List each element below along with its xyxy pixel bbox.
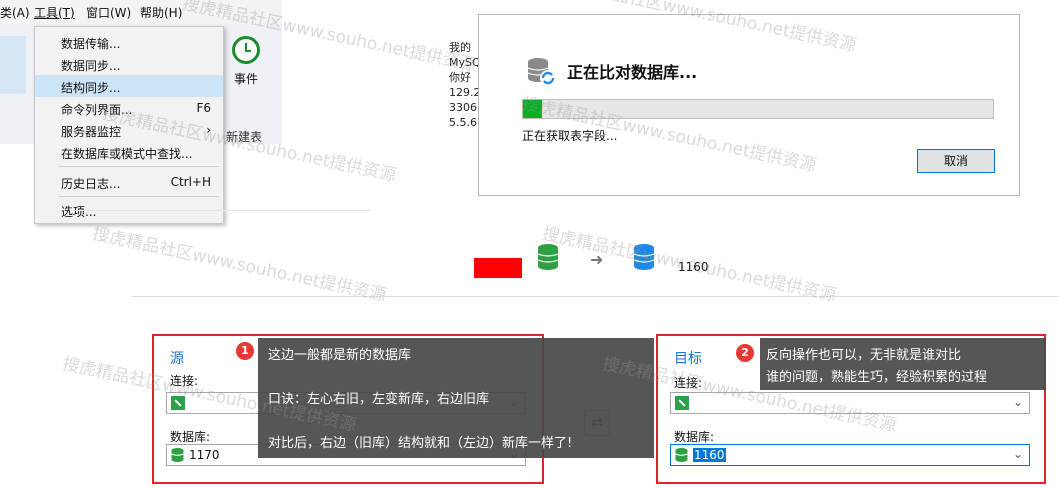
menu-item-data-transfer[interactable]: 数据传输... [35,31,223,53]
callout-line: 这边一般都是新的数据库 [268,348,412,363]
info-line: MySQ [449,56,481,69]
menu-item-label: 数据同步... [61,59,121,73]
menu-item-data-sync[interactable]: 数据同步... [35,53,223,75]
event-label: 事件 [234,72,259,86]
menu-item-shortcut: F6 [196,101,211,115]
menu-item-label: 数据传输... [61,37,121,51]
callout-number-badge: 1 [236,342,254,360]
info-line: 5.5.6 [449,116,477,129]
menu-bar: 类(A) 工具(T) 窗口(W) 帮助(H) [0,0,282,24]
progress-bar [522,99,994,119]
menu-item-label: 历史日志... [61,177,121,191]
callout-target-tip: 2 反向操作也可以，无非就是谁对比 谁的问题，熟能生巧，经验积累的过程 [736,338,1046,390]
menu-item-label: 命令列界面... [61,103,133,117]
dialog-title: 正在比对数据库... [567,63,698,82]
source-database-icon [537,244,559,270]
ribbon-left-icon[interactable] [0,36,26,94]
menu-item-command-line[interactable]: 命令列界面... F6 [35,97,223,119]
menu-help[interactable]: 帮助(H) [140,4,182,21]
menu-item-label: 在数据库或模式中查找... [61,147,193,161]
menu-item-label: 服务器监控 [61,125,122,139]
menu-item-structure-sync[interactable]: 结构同步... [35,75,223,97]
watermark: 搜虎精品社区www.souho.net提供资源 [90,223,389,306]
info-line: 129.2 [449,86,481,99]
menu-item-find-in-db[interactable]: 在数据库或模式中查找... [35,141,223,163]
connection-info-text: 我的 MySQ 你好 129.2 3306 5.5.6 [449,40,481,130]
divider [132,296,1059,297]
menu-item-label: 结构同步... [61,81,121,95]
arrow-right-icon: ➜ [590,250,604,269]
callout-line: 对比后，右边（旧库）结构就和（左边）新库一样了! [268,436,573,451]
database-sync-icon [527,58,556,86]
progress-fill [523,100,542,118]
info-line: 你好 [449,71,471,84]
menu-view[interactable]: 类(A) [0,4,30,21]
menu-separator [59,166,219,167]
target-db-name: 1160 [678,260,709,274]
cancel-button[interactable]: 取消 [917,149,995,173]
menu-item-label: 选项... [61,205,97,219]
menu-item-shortcut: Ctrl+H [170,175,211,189]
clock-icon [232,36,260,64]
callout-line: 谁的问题，熟能生巧，经验积累的过程 [766,370,988,385]
dialog-status: 正在获取表字段... [522,129,618,143]
menu-item-server-monitor[interactable]: 服务器监控 › [35,119,223,141]
target-database-icon [633,244,655,270]
menu-separator [59,196,219,197]
tools-menu: 数据传输... 数据同步... 结构同步... 命令列界面... F6 服务器监… [34,26,224,224]
callout-number-badge: 2 [736,344,754,362]
divider [70,210,370,211]
submenu-arrow-icon: › [206,123,211,137]
menu-item-history-log[interactable]: 历史日志... Ctrl+H [35,171,223,193]
callout-line: 口诀：左心右旧，左变新库，右边旧库 [268,392,490,407]
callout-line: 反向操作也可以，无非就是谁对比 [766,348,962,363]
redaction-block [474,258,522,278]
event-button[interactable]: 事件 [222,30,274,90]
menu-window[interactable]: 窗口(W) [86,4,131,21]
info-line: 3306 [449,101,477,114]
callout-source-tip: 1 这边一般都是新的数据库 口诀：左心右旧，左变新库，右边旧库 对比后，右边（旧… [236,338,654,458]
info-line: 我的 [449,41,471,54]
new-table-tab[interactable]: 新建表 [226,128,262,145]
compare-progress-dialog: 正在比对数据库... 正在获取表字段... 取消 [478,14,1020,196]
menu-tools[interactable]: 工具(T) [34,4,75,21]
